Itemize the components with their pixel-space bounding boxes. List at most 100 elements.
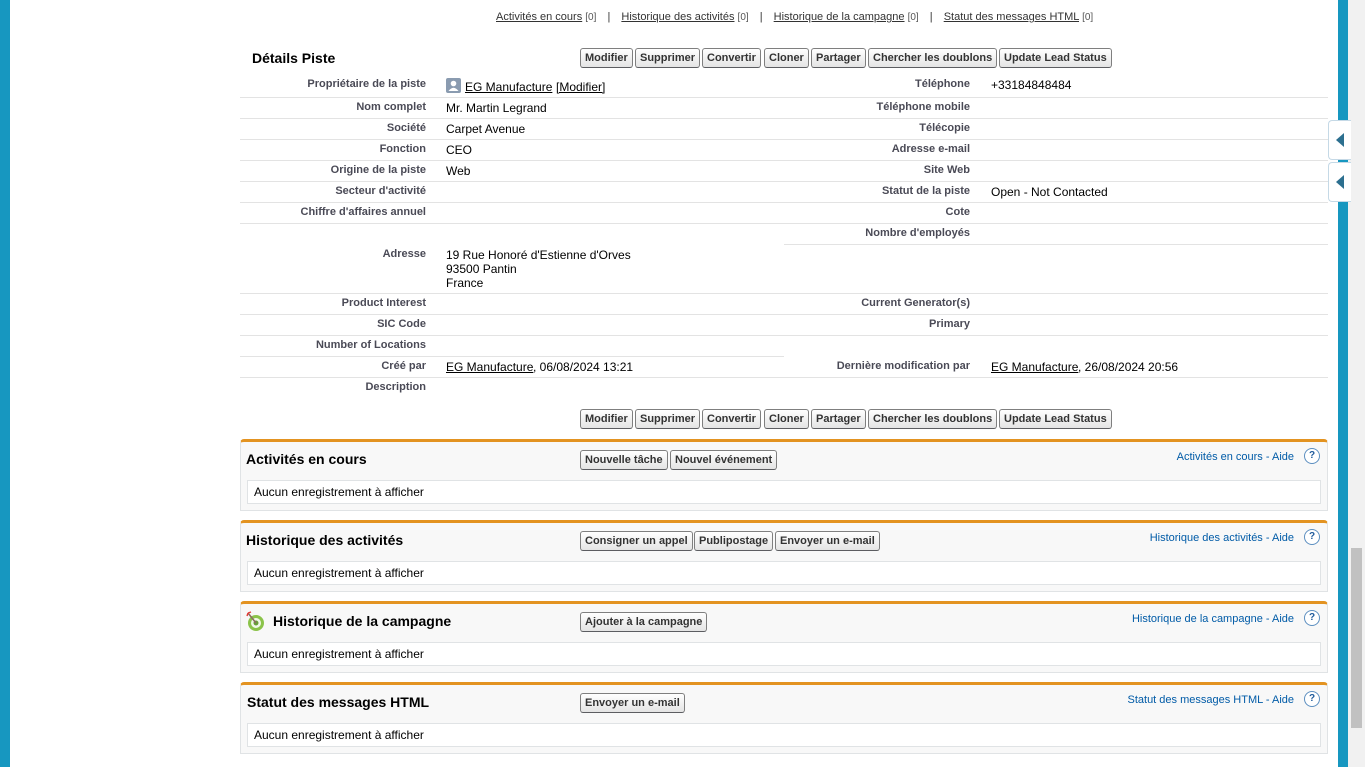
row-divider: [784, 293, 1328, 294]
help-link[interactable]: Activités en cours - Aide: [1177, 451, 1294, 463]
supprimer-button[interactable]: Supprimer: [635, 48, 701, 68]
label-telecopie: Télécopie: [919, 122, 970, 134]
help-link[interactable]: Statut des messages HTML - Aide: [1128, 694, 1295, 706]
modifier-button-bottom[interactable]: Modifier: [580, 409, 633, 429]
help-icon[interactable]: ?: [1304, 691, 1320, 707]
change-owner-link[interactable]: [Modifier]: [556, 80, 605, 94]
nouvelle-tache-button[interactable]: Nouvelle tâche: [580, 450, 668, 470]
link-activites-en-cours[interactable]: Activités en cours: [496, 11, 582, 23]
user-icon: [446, 78, 461, 93]
sidebar-toggle-top[interactable]: [1328, 120, 1351, 160]
row-divider: [240, 97, 784, 98]
sidebar-toggle[interactable]: [1328, 162, 1351, 202]
label-email: Adresse e-mail: [891, 143, 970, 155]
empty-message: Aucun enregistrement à afficher: [247, 480, 1321, 504]
chercher-doublons-button-bottom[interactable]: Chercher les doublons: [868, 409, 998, 429]
row-divider: [784, 118, 1328, 119]
label-site-web: Site Web: [923, 164, 970, 176]
help-link[interactable]: Historique de la campagne - Aide: [1132, 613, 1294, 625]
convertir-button[interactable]: Convertir: [702, 48, 761, 68]
empty-message: Aucun enregistrement à afficher: [247, 561, 1321, 585]
row-divider: [784, 139, 1328, 140]
panel-statut-messages-html: Statut des messages HTML Envoyer un e-ma…: [240, 682, 1328, 754]
link-historique-activites[interactable]: Historique des activités: [621, 11, 734, 23]
cloner-button-bottom[interactable]: Cloner: [764, 409, 809, 429]
panel-title: Statut des messages HTML: [247, 694, 430, 710]
value-adresse-line3: France: [446, 276, 484, 290]
nouvel-evenement-button[interactable]: Nouvel événement: [670, 450, 778, 470]
help-icon[interactable]: ?: [1304, 529, 1320, 545]
cloner-button[interactable]: Cloner: [764, 48, 809, 68]
row-divider: [240, 314, 784, 315]
scrollbar-thumb[interactable]: [1351, 548, 1362, 728]
label-current-generator: Current Generator(s): [861, 297, 970, 309]
left-frame-bar: [0, 0, 10, 767]
partager-button[interactable]: Partager: [811, 48, 866, 68]
row-divider: [784, 202, 1328, 203]
chercher-doublons-button[interactable]: Chercher les doublons: [868, 48, 998, 68]
envoyer-email-button[interactable]: Envoyer un e-mail: [775, 531, 880, 551]
partager-button-bottom[interactable]: Partager: [811, 409, 866, 429]
row-divider: [784, 314, 1328, 315]
update-lead-status-button[interactable]: Update Lead Status: [999, 48, 1112, 68]
owner-link[interactable]: EG Manufacture: [465, 80, 552, 94]
row-divider: [240, 356, 784, 357]
row-divider: [784, 181, 1328, 182]
link-statut-messages-html[interactable]: Statut des messages HTML: [944, 11, 1079, 23]
value-adresse-line2: 93500 Pantin: [446, 262, 517, 276]
label-statut-piste: Statut de la piste: [881, 185, 970, 197]
row-divider: [784, 377, 1328, 378]
update-lead-status-button-bottom[interactable]: Update Lead Status: [999, 409, 1112, 429]
modified-date: , 26/08/2024 20:56: [1078, 360, 1179, 374]
help-icon[interactable]: ?: [1304, 610, 1320, 626]
help-link[interactable]: Historique des activités - Aide: [1150, 532, 1294, 544]
row-divider: [240, 335, 784, 336]
count: [0]: [585, 12, 597, 23]
label-fonction: Fonction: [379, 143, 426, 155]
value-societe: Carpet Avenue: [446, 122, 526, 136]
publipostage-button[interactable]: Publipostage: [694, 531, 774, 551]
separator: |: [759, 11, 763, 23]
value-statut-piste: Open - Not Contacted: [991, 185, 1108, 199]
count: [0]: [907, 12, 919, 23]
panel-historique-activites: Historique des activités Consigner un ap…: [240, 520, 1328, 592]
row-divider: [240, 118, 784, 119]
row-divider: [784, 97, 1328, 98]
value-telephone: +33184848484: [991, 78, 1072, 92]
empty-message: Aucun enregistrement à afficher: [247, 723, 1321, 747]
link-historique-campagne[interactable]: Historique de la campagne: [774, 11, 905, 23]
label-primary: Primary: [929, 318, 970, 330]
count: [0]: [1082, 12, 1094, 23]
value-origine: Web: [446, 164, 471, 178]
envoyer-email-button-html[interactable]: Envoyer un e-mail: [580, 693, 685, 713]
label-nom-complet: Nom complet: [356, 101, 426, 113]
label-secteur: Secteur d'activité: [335, 185, 426, 197]
row-divider: [240, 202, 784, 203]
modified-by-link[interactable]: EG Manufacture: [991, 360, 1078, 374]
panel-title: Historique des activités: [246, 532, 404, 548]
help-icon[interactable]: ?: [1304, 448, 1320, 464]
separator: |: [929, 11, 933, 23]
created-by-link[interactable]: EG Manufacture: [446, 360, 533, 374]
row-divider: [240, 139, 784, 140]
consigner-appel-button[interactable]: Consigner un appel: [580, 531, 693, 551]
row-divider: [240, 293, 784, 294]
created-date: , 06/08/2024 13:21: [533, 360, 634, 374]
modifier-button[interactable]: Modifier: [580, 48, 633, 68]
row-divider: [784, 160, 1328, 161]
label-nombre-employes: Nombre d'employés: [865, 227, 970, 239]
panel-activites-en-cours: Activités en cours Nouvelle tâche Nouvel…: [240, 439, 1328, 511]
collapse-arrow-icon: [1336, 133, 1344, 147]
row-divider: [784, 223, 1328, 224]
label-adresse: Adresse: [382, 248, 426, 260]
label-product-interest: Product Interest: [341, 297, 426, 309]
label-sic-code: SIC Code: [377, 318, 426, 330]
value-nom-complet: Mr. Martin Legrand: [446, 101, 547, 115]
supprimer-button-bottom[interactable]: Supprimer: [635, 409, 701, 429]
ajouter-campagne-button[interactable]: Ajouter à la campagne: [580, 612, 708, 632]
row-divider: [784, 244, 1328, 245]
label-cote: Cote: [945, 206, 970, 218]
panel-title: Historique de la campagne: [273, 613, 452, 629]
convertir-button-bottom[interactable]: Convertir: [702, 409, 761, 429]
label-derniere-modification: Dernière modification par: [836, 360, 970, 372]
